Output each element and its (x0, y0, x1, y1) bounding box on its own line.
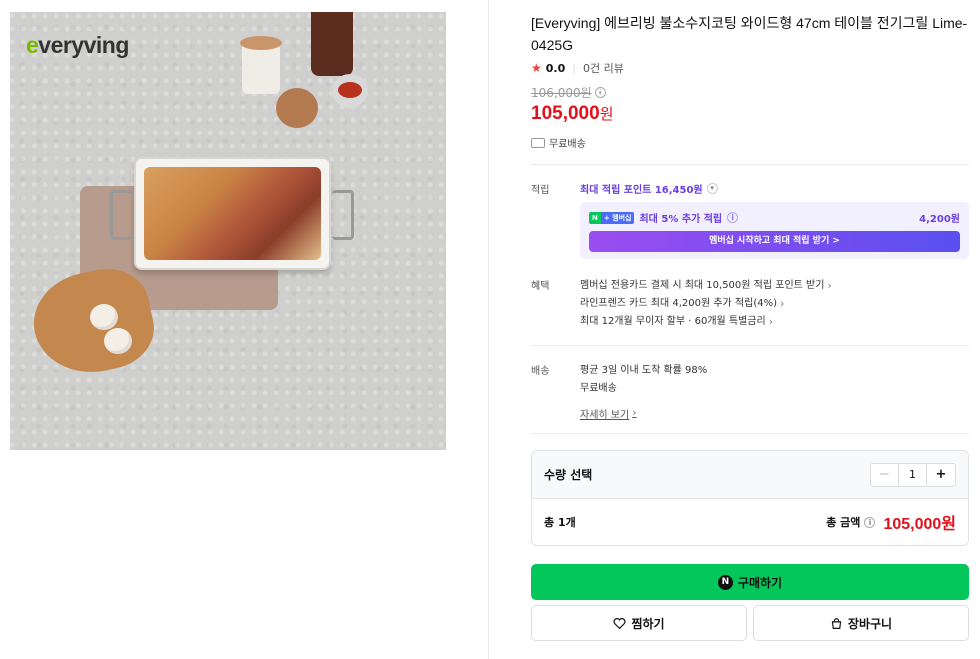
benefits-section: 혜택 멤버십 전용카드 결제 시 최대 10,500원 적립 포인트 받기 › 라… (531, 277, 969, 331)
product-title: [Everyving] 에브리빙 불소수지코팅 와이드형 47cm 테이블 전기… (531, 15, 968, 53)
garlic (90, 304, 118, 330)
chevron-right-icon: › (827, 279, 832, 292)
wish-button-label: 찜하기 (631, 616, 665, 631)
grill-handle-left (110, 190, 132, 240)
original-price-row: 106,000원 i (531, 84, 969, 101)
original-price: 106,000원 (531, 86, 592, 100)
quantity-box: 수량 선택 − 1 + 총 1개 총 금액 i 105,000원 (531, 450, 969, 546)
wooden-jar (276, 88, 318, 128)
sale-price: 105,000원 (531, 103, 969, 125)
grill-tray (134, 157, 331, 270)
price-unit: 원 (599, 106, 614, 123)
divider (531, 433, 969, 434)
brand-logo: everyving (26, 32, 129, 58)
max-points-text: 최대 적립 포인트 16,450원 (580, 185, 703, 196)
points-section: 적립 최대 적립 포인트 16,450원 ▾ N + 멤버십 최대 5% 추가 적… (531, 181, 969, 259)
wish-button[interactable]: 찜하기 (531, 605, 747, 641)
increase-button[interactable]: + (927, 464, 955, 486)
review-count-link[interactable]: 0건 리뷰 (583, 60, 624, 76)
member-extra-text: 최대 5% 추가 적립 (639, 214, 723, 225)
total-count: 총 1개 (544, 516, 576, 529)
buy-button-label: 구매하기 (737, 575, 783, 590)
quantity-value[interactable]: 1 (899, 463, 927, 486)
grill-handle-right (332, 190, 354, 240)
garlic (104, 328, 132, 354)
salt-jar (240, 36, 282, 94)
benefits-label: 혜택 (531, 281, 550, 292)
heart-icon (613, 617, 626, 629)
naver-plus-badge: N + 멤버십 (589, 211, 635, 224)
rating-row: ★ 0.0 | 0건 리뷰 (531, 60, 969, 76)
benefit-item[interactable]: 멤버십 전용카드 결제 시 최대 10,500원 적립 포인트 받기 › (580, 277, 969, 295)
shipping-fee: 무료배송 (580, 383, 617, 394)
membership-start-button[interactable]: 멤버십 시작하고 최대 적립 받기 > (589, 231, 960, 252)
cart-button[interactable]: 장바구니 (753, 605, 969, 641)
points-label: 적립 (531, 185, 550, 196)
detail-link[interactable]: 자세히 보기 › (580, 406, 637, 421)
max-points-toggle[interactable]: 최대 적립 포인트 16,450원 ▾ (580, 181, 969, 196)
info-icon[interactable]: i (727, 212, 739, 223)
quantity-stepper: − 1 + (870, 462, 956, 487)
cart-button-label: 장바구니 (847, 616, 893, 631)
chevron-right-icon: › (768, 315, 774, 328)
delivery-row: 무료배송 (531, 135, 969, 150)
star-icon: ★ (531, 61, 542, 75)
buy-button[interactable]: N 구매하기 (531, 564, 969, 600)
info-icon[interactable]: i (864, 516, 876, 528)
product-image[interactable]: everyving (10, 12, 446, 450)
truck-icon (531, 137, 545, 148)
total-amount-label: 총 금액 (826, 516, 861, 529)
arrival-probability: 평균 3일 이내 도착 확률 98% (580, 365, 708, 376)
chevron-down-icon: ▾ (706, 183, 718, 194)
rating-score: 0.0 (545, 61, 566, 75)
benefit-item[interactable]: 라인프렌즈 카드 최대 4,200원 추가 적립(4%) › (580, 295, 969, 313)
brand-logo-text: veryving (38, 32, 129, 58)
member-amount: 4,200원 (919, 214, 960, 225)
info-icon[interactable]: i (594, 87, 606, 98)
sale-price-value: 105,000 (531, 103, 600, 124)
shipping-section: 배송 평균 3일 이내 도착 확률 98% 무료배송 자세히 보기 › (531, 362, 969, 421)
cart-icon (831, 617, 842, 629)
benefit-item[interactable]: 최대 12개월 무이자 할부 · 60개월 특별금리 › (580, 313, 969, 331)
total-price: 105,000원 (883, 516, 956, 533)
chevron-right-icon: › (632, 406, 637, 419)
shipping-label: 배송 (531, 366, 550, 377)
divider (531, 345, 969, 346)
membership-box: N + 멤버십 최대 5% 추가 적립 i 4,200원 멤버십 시작하고 최대 … (580, 202, 969, 259)
decrease-button[interactable]: − (871, 463, 899, 486)
utensil-cup (311, 12, 353, 76)
pepper-bowl (332, 74, 368, 108)
divider (531, 164, 969, 165)
panel-divider (488, 0, 489, 659)
separator: | (572, 61, 576, 75)
quantity-label: 수량 선택 (544, 468, 593, 482)
delivery-text: 무료배송 (549, 139, 586, 150)
product-info-panel: [Everyving] 에브리빙 불소수지코팅 와이드형 47cm 테이블 전기… (531, 12, 969, 641)
naver-pay-icon: N (717, 574, 733, 590)
chevron-right-icon: › (780, 297, 785, 310)
total-amount: 총 금액 i 105,000원 (826, 510, 956, 534)
